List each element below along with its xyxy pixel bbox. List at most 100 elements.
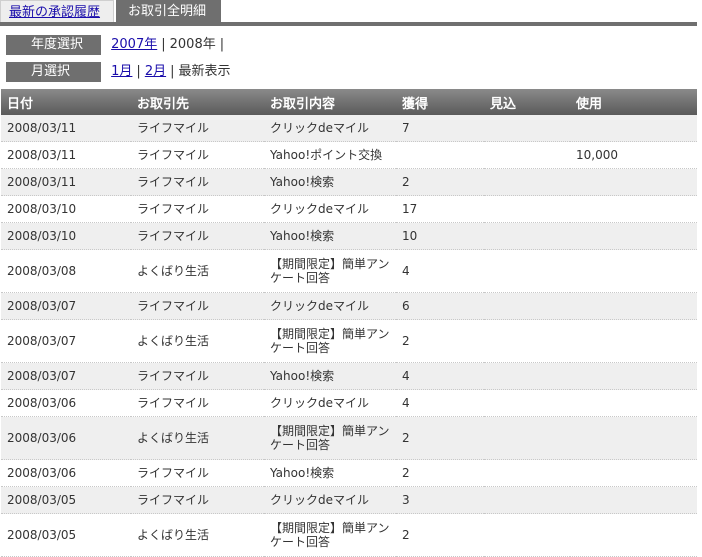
cell-date: 2008/03/10 <box>1 195 131 223</box>
month-link-february[interactable]: 2月 <box>145 64 166 79</box>
cell-content: Yahoo!検索 <box>264 168 396 196</box>
separator: | <box>161 37 166 52</box>
cell-content: 【期間限定】簡単アンケート回答 <box>264 513 396 557</box>
transaction-table: 日付 お取引先 お取引内容 獲得 見込 使用 2008/03/11 ライフマイルク… <box>1 89 697 557</box>
cell-earned: 2 <box>396 459 484 487</box>
cell-earned: 10 <box>396 222 484 250</box>
cell-pending <box>484 459 570 487</box>
cell-content: 【期間限定】簡単アンケート回答 <box>264 416 396 460</box>
header-pending: 見込 <box>484 89 570 115</box>
table-row: 2008/03/06 ライフマイル クリックdeマイル 4 <box>1 389 697 417</box>
cell-used <box>570 416 697 460</box>
cell-used <box>570 222 697 250</box>
header-partner: お取引先 <box>131 89 264 115</box>
cell-used <box>570 513 697 557</box>
month-filter: 月選択 1月 | 2月 | 最新表示 <box>6 62 231 82</box>
cell-pending <box>484 319 570 363</box>
year-filter-links: 2007年 | 2008年 | <box>111 35 228 55</box>
header-content: お取引内容 <box>264 89 396 115</box>
year-current: 2008年 <box>169 37 216 52</box>
cell-date: 2008/03/11 <box>1 168 131 196</box>
cell-content: Yahoo!ポイント交換 <box>264 141 396 169</box>
cell-used <box>570 459 697 487</box>
cell-pending <box>484 115 570 142</box>
cell-partner: よくばり生活 <box>131 416 264 460</box>
cell-pending <box>484 362 570 390</box>
table-row: 2008/03/11 ライフマイル クリックdeマイル 7 <box>1 115 697 142</box>
month-current: 最新表示 <box>178 64 231 79</box>
month-link-january[interactable]: 1月 <box>111 64 132 79</box>
cell-date: 2008/03/07 <box>1 292 131 320</box>
cell-pending <box>484 141 570 169</box>
cell-content: Yahoo!検索 <box>264 362 396 390</box>
table-row: 2008/03/08 よくばり生活 【期間限定】簡単アンケート回答 4 <box>1 249 697 293</box>
cell-pending <box>484 195 570 223</box>
cell-pending <box>484 389 570 417</box>
cell-used: 10,000 <box>570 141 697 169</box>
cell-earned: 2 <box>396 416 484 460</box>
table-row: 2008/03/07 ライフマイル Yahoo!検索 4 <box>1 362 697 390</box>
cell-content: クリックdeマイル <box>264 486 396 514</box>
year-filter-label: 年度選択 <box>6 35 101 55</box>
cell-used <box>570 115 697 142</box>
tab-latest-approval-history[interactable]: 最新の承認履歴 <box>0 0 114 22</box>
cell-partner: ライフマイル <box>131 115 264 142</box>
cell-partner: ライフマイル <box>131 459 264 487</box>
table-body: 2008/03/11 ライフマイル クリックdeマイル 7 2008/03/11 ライフマ… <box>1 115 697 557</box>
cell-earned: 2 <box>396 319 484 363</box>
cell-content: クリックdeマイル <box>264 195 396 223</box>
header-date: 日付 <box>1 89 131 115</box>
cell-pending <box>484 168 570 196</box>
table-row: 2008/03/07 よくばり生活 【期間限定】簡単アンケート回答 2 <box>1 319 697 363</box>
separator: | <box>136 64 141 79</box>
month-filter-links: 1月 | 2月 | 最新表示 <box>111 62 230 82</box>
tab-bar: 最新の承認履歴 お取引全明細 <box>0 0 697 22</box>
cell-earned: 4 <box>396 389 484 417</box>
cell-pending <box>484 249 570 293</box>
cell-used <box>570 362 697 390</box>
cell-earned: 2 <box>396 513 484 557</box>
cell-earned: 7 <box>396 115 484 142</box>
table-row: 2008/03/10 ライフマイル クリックdeマイル 17 <box>1 195 697 223</box>
cell-date: 2008/03/08 <box>1 249 131 293</box>
cell-content: Yahoo!検索 <box>264 459 396 487</box>
cell-partner: ライフマイル <box>131 362 264 390</box>
cell-earned: 3 <box>396 486 484 514</box>
header-used: 使用 <box>570 89 697 115</box>
cell-date: 2008/03/06 <box>1 389 131 417</box>
tab-all-transaction-details[interactable]: お取引全明細 <box>116 0 221 22</box>
header-earned: 獲得 <box>396 89 484 115</box>
table-header-row: 日付 お取引先 お取引内容 獲得 見込 使用 <box>1 89 697 115</box>
cell-partner: よくばり生活 <box>131 319 264 363</box>
table-row: 2008/03/11 ライフマイル Yahoo!ポイント交換 10,000 <box>1 141 697 169</box>
cell-date: 2008/03/06 <box>1 416 131 460</box>
table-row: 2008/03/06 よくばり生活 【期間限定】簡単アンケート回答 2 <box>1 416 697 460</box>
cell-partner: よくばり生活 <box>131 513 264 557</box>
cell-pending <box>484 222 570 250</box>
cell-date: 2008/03/10 <box>1 222 131 250</box>
cell-used <box>570 292 697 320</box>
separator: | <box>170 64 175 79</box>
separator: | <box>219 37 225 52</box>
cell-pending <box>484 513 570 557</box>
table-row: 2008/03/05 よくばり生活 【期間限定】簡単アンケート回答 2 <box>1 513 697 557</box>
cell-date: 2008/03/07 <box>1 319 131 363</box>
tab-latest-approval-history-link[interactable]: 最新の承認履歴 <box>9 5 100 20</box>
cell-partner: ライフマイル <box>131 141 264 169</box>
cell-content: クリックdeマイル <box>264 292 396 320</box>
cell-partner: ライフマイル <box>131 195 264 223</box>
cell-partner: ライフマイル <box>131 389 264 417</box>
cell-used <box>570 486 697 514</box>
cell-date: 2008/03/05 <box>1 513 131 557</box>
table-row: 2008/03/06 ライフマイル Yahoo!検索 2 <box>1 459 697 487</box>
cell-date: 2008/03/05 <box>1 486 131 514</box>
cell-used <box>570 168 697 196</box>
cell-date: 2008/03/06 <box>1 459 131 487</box>
cell-partner: ライフマイル <box>131 222 264 250</box>
table-row: 2008/03/10 ライフマイル Yahoo!検索 10 <box>1 222 697 250</box>
cell-earned: 4 <box>396 362 484 390</box>
year-link-2007[interactable]: 2007年 <box>111 37 157 52</box>
table-row: 2008/03/05 ライフマイル クリックdeマイル 3 <box>1 486 697 514</box>
year-filter: 年度選択 2007年 | 2008年 | <box>6 35 228 55</box>
cell-date: 2008/03/11 <box>1 115 131 142</box>
